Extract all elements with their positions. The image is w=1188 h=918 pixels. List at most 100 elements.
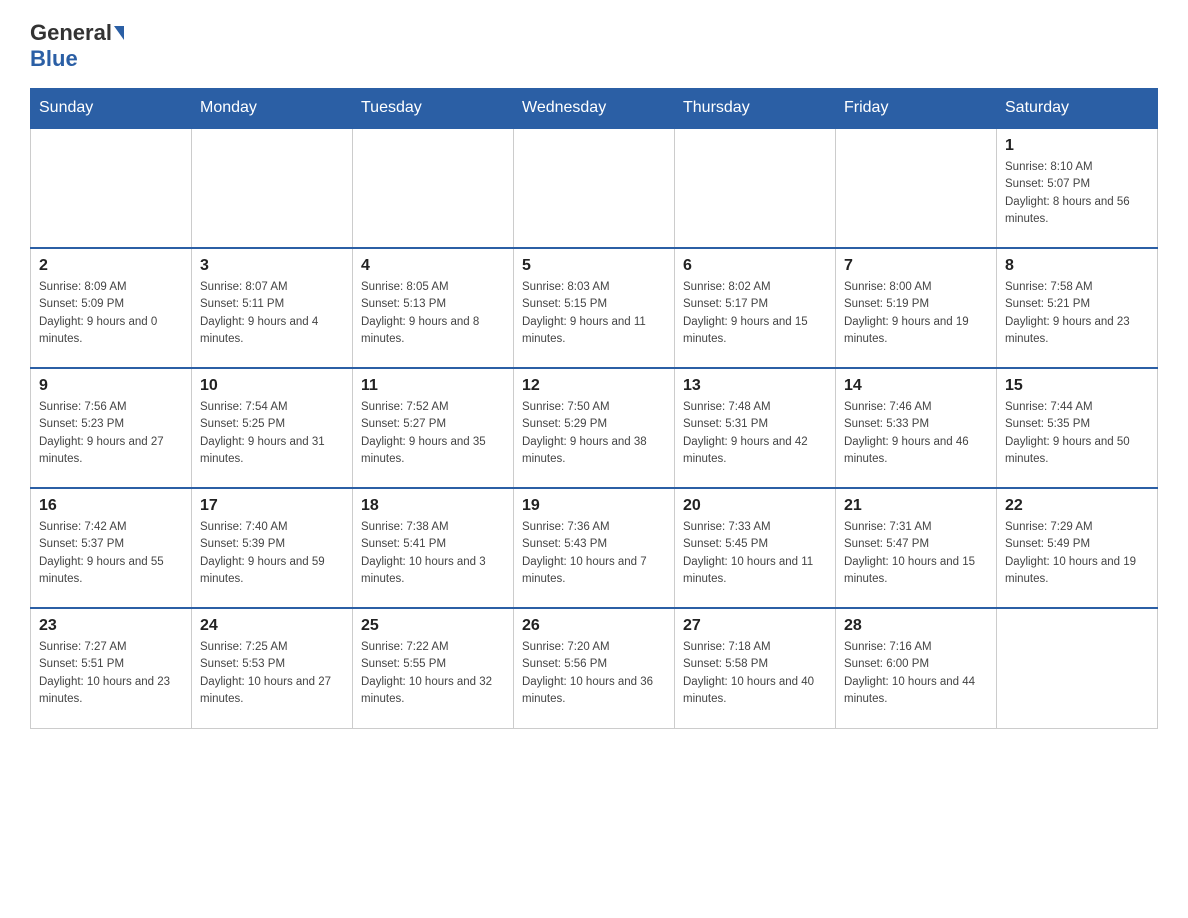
col-sunday: Sunday	[31, 89, 192, 129]
calendar-week-row: 16 Sunrise: 7:42 AMSunset: 5:37 PMDayligh…	[31, 488, 1158, 608]
day-number: 18	[361, 497, 505, 515]
day-info: Sunrise: 7:40 AMSunset: 5:39 PMDaylight:…	[200, 519, 344, 588]
page-header: General Blue	[30, 20, 1158, 72]
table-row: 1 Sunrise: 8:10 AMSunset: 5:07 PMDaylight…	[997, 128, 1158, 248]
table-row: 10 Sunrise: 7:54 AMSunset: 5:25 PMDayligh…	[192, 368, 353, 488]
day-number: 17	[200, 497, 344, 515]
col-wednesday: Wednesday	[514, 89, 675, 129]
table-row: 3Sunrise: 8:07 AMSunset: 5:11 PMDaylight…	[192, 248, 353, 368]
day-number: 9	[39, 377, 183, 395]
calendar-week-row: 23 Sunrise: 7:27 AMSunset: 5:51 PMDayligh…	[31, 608, 1158, 728]
day-number: 26	[522, 617, 666, 635]
table-row: 4 Sunrise: 8:05 AMSunset: 5:13 PMDaylight…	[353, 248, 514, 368]
day-number: 11	[361, 377, 505, 395]
table-row: 17 Sunrise: 7:40 AMSunset: 5:39 PMDayligh…	[192, 488, 353, 608]
day-info: Sunrise: 7:42 AMSunset: 5:37 PMDaylight:…	[39, 519, 183, 588]
day-number: 12	[522, 377, 666, 395]
table-row: 22Sunrise: 7:29 AMSunset: 5:49 PMDayligh…	[997, 488, 1158, 608]
table-row: 11 Sunrise: 7:52 AMSunset: 5:27 PMDayligh…	[353, 368, 514, 488]
table-row: 26 Sunrise: 7:20 AMSunset: 5:56 PMDayligh…	[514, 608, 675, 728]
table-row: 16 Sunrise: 7:42 AMSunset: 5:37 PMDayligh…	[31, 488, 192, 608]
day-number: 6	[683, 257, 827, 275]
day-info: Sunrise: 7:33 AMSunset: 5:45 PMDaylight:…	[683, 519, 827, 588]
col-monday: Monday	[192, 89, 353, 129]
day-info: Sunrise: 7:52 AMSunset: 5:27 PMDaylight:…	[361, 399, 505, 468]
day-info: Sunrise: 7:50 AMSunset: 5:29 PMDaylight:…	[522, 399, 666, 468]
logo-blue-text: Blue	[30, 46, 78, 71]
calendar-week-row: 2 Sunrise: 8:09 AMSunset: 5:09 PMDaylight…	[31, 248, 1158, 368]
day-info: Sunrise: 7:46 AMSunset: 5:33 PMDaylight:…	[844, 399, 988, 468]
day-info: Sunrise: 7:20 AMSunset: 5:56 PMDaylight:…	[522, 639, 666, 708]
table-row	[192, 128, 353, 248]
day-info: Sunrise: 7:16 AMSunset: 6:00 PMDaylight:…	[844, 639, 988, 708]
table-row: 23 Sunrise: 7:27 AMSunset: 5:51 PMDayligh…	[31, 608, 192, 728]
day-number: 19	[522, 497, 666, 515]
day-info: Sunrise: 7:36 AMSunset: 5:43 PMDaylight:…	[522, 519, 666, 588]
table-row	[836, 128, 997, 248]
day-info: Sunrise: 8:10 AMSunset: 5:07 PMDaylight:…	[1005, 159, 1149, 228]
day-info: Sunrise: 7:48 AMSunset: 5:31 PMDaylight:…	[683, 399, 827, 468]
col-thursday: Thursday	[675, 89, 836, 129]
day-info: Sunrise: 7:22 AMSunset: 5:55 PMDaylight:…	[361, 639, 505, 708]
day-number: 27	[683, 617, 827, 635]
col-saturday: Saturday	[997, 89, 1158, 129]
day-number: 20	[683, 497, 827, 515]
table-row: 25 Sunrise: 7:22 AMSunset: 5:55 PMDayligh…	[353, 608, 514, 728]
day-number: 13	[683, 377, 827, 395]
day-number: 25	[361, 617, 505, 635]
day-info: Sunrise: 8:09 AMSunset: 5:09 PMDaylight:…	[39, 279, 183, 348]
calendar-week-row: 9 Sunrise: 7:56 AMSunset: 5:23 PMDaylight…	[31, 368, 1158, 488]
day-number: 15	[1005, 377, 1149, 395]
day-number: 5	[522, 257, 666, 275]
table-row: 19 Sunrise: 7:36 AMSunset: 5:43 PMDayligh…	[514, 488, 675, 608]
calendar-header-row: Sunday Monday Tuesday Wednesday Thursday…	[31, 89, 1158, 129]
table-row: 13 Sunrise: 7:48 AMSunset: 5:31 PMDayligh…	[675, 368, 836, 488]
day-info: Sunrise: 8:05 AMSunset: 5:13 PMDaylight:…	[361, 279, 505, 348]
table-row: 9 Sunrise: 7:56 AMSunset: 5:23 PMDaylight…	[31, 368, 192, 488]
day-number: 16	[39, 497, 183, 515]
table-row: 6Sunrise: 8:02 AMSunset: 5:17 PMDaylight…	[675, 248, 836, 368]
day-number: 10	[200, 377, 344, 395]
day-info: Sunrise: 7:31 AMSunset: 5:47 PMDaylight:…	[844, 519, 988, 588]
day-number: 28	[844, 617, 988, 635]
table-row: 27 Sunrise: 7:18 AMSunset: 5:58 PMDayligh…	[675, 608, 836, 728]
day-number: 2	[39, 257, 183, 275]
table-row: 15 Sunrise: 7:44 AMSunset: 5:35 PMDayligh…	[997, 368, 1158, 488]
day-number: 1	[1005, 137, 1149, 155]
table-row: 21 Sunrise: 7:31 AMSunset: 5:47 PMDayligh…	[836, 488, 997, 608]
table-row: 18Sunrise: 7:38 AMSunset: 5:41 PMDayligh…	[353, 488, 514, 608]
table-row: 28 Sunrise: 7:16 AMSunset: 6:00 PMDayligh…	[836, 608, 997, 728]
table-row	[997, 608, 1158, 728]
day-number: 4	[361, 257, 505, 275]
day-info: Sunrise: 7:44 AMSunset: 5:35 PMDaylight:…	[1005, 399, 1149, 468]
table-row: 20 Sunrise: 7:33 AMSunset: 5:45 PMDayligh…	[675, 488, 836, 608]
day-info: Sunrise: 7:54 AMSunset: 5:25 PMDaylight:…	[200, 399, 344, 468]
calendar-week-row: 1 Sunrise: 8:10 AMSunset: 5:07 PMDaylight…	[31, 128, 1158, 248]
table-row: 7Sunrise: 8:00 AMSunset: 5:19 PMDaylight…	[836, 248, 997, 368]
day-number: 23	[39, 617, 183, 635]
table-row: 24Sunrise: 7:25 AMSunset: 5:53 PMDayligh…	[192, 608, 353, 728]
logo-triangle-icon	[114, 26, 124, 40]
day-number: 8	[1005, 257, 1149, 275]
day-info: Sunrise: 8:03 AMSunset: 5:15 PMDaylight:…	[522, 279, 666, 348]
day-number: 14	[844, 377, 988, 395]
day-info: Sunrise: 7:58 AMSunset: 5:21 PMDaylight:…	[1005, 279, 1149, 348]
logo-general-text: General	[30, 20, 112, 46]
table-row: 12 Sunrise: 7:50 AMSunset: 5:29 PMDayligh…	[514, 368, 675, 488]
table-row	[353, 128, 514, 248]
day-number: 24	[200, 617, 344, 635]
day-number: 3	[200, 257, 344, 275]
table-row: 8 Sunrise: 7:58 AMSunset: 5:21 PMDaylight…	[997, 248, 1158, 368]
logo: General Blue	[30, 20, 126, 72]
col-tuesday: Tuesday	[353, 89, 514, 129]
table-row: 14 Sunrise: 7:46 AMSunset: 5:33 PMDayligh…	[836, 368, 997, 488]
day-number: 21	[844, 497, 988, 515]
day-info: Sunrise: 8:00 AMSunset: 5:19 PMDaylight:…	[844, 279, 988, 348]
table-row: 5 Sunrise: 8:03 AMSunset: 5:15 PMDaylight…	[514, 248, 675, 368]
day-info: Sunrise: 7:18 AMSunset: 5:58 PMDaylight:…	[683, 639, 827, 708]
day-info: Sunrise: 7:29 AMSunset: 5:49 PMDaylight:…	[1005, 519, 1149, 588]
col-friday: Friday	[836, 89, 997, 129]
day-info: Sunrise: 7:27 AMSunset: 5:51 PMDaylight:…	[39, 639, 183, 708]
table-row	[675, 128, 836, 248]
day-info: Sunrise: 7:56 AMSunset: 5:23 PMDaylight:…	[39, 399, 183, 468]
